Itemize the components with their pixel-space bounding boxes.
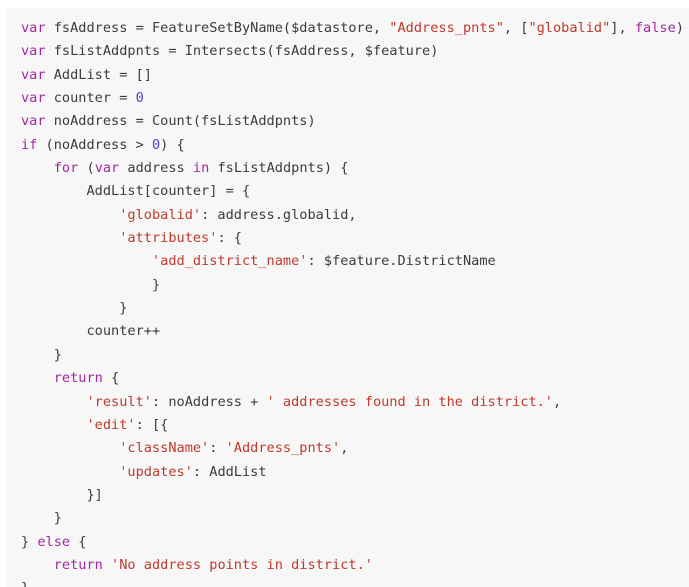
code-token-plain: : AddList	[192, 463, 267, 480]
code-token-plain: ,	[340, 440, 349, 457]
code-token-kw: var	[21, 113, 46, 130]
code-token-plain: }]	[21, 486, 103, 503]
code-token-plain: {	[102, 370, 120, 387]
code-block[interactable]: var fsAddress = FeatureSetByName($datast…	[7, 8, 689, 587]
code-token-plain: noAddress = Count(fsListAddpnts)	[45, 113, 316, 130]
code-token-plain: (	[78, 160, 95, 177]
code-token-str: 'globalid'	[119, 206, 202, 223]
code-token-plain: {	[70, 533, 87, 550]
code-line: 'updates': AddList	[7, 461, 689, 484]
code-line: 'edit': [{	[7, 414, 689, 437]
code-line: return 'No address points in district.'	[7, 554, 689, 577]
code-token-str: 'No address points in district.'	[111, 556, 373, 573]
code-token-kw: var	[21, 90, 46, 107]
code-line: }	[7, 507, 689, 530]
code-token-kw: return	[53, 556, 103, 573]
code-line: for (var address in fsListAddpnts) {	[7, 157, 689, 180]
code-token-str: 'add_district_name'	[151, 253, 308, 270]
code-line: 'attributes': {	[7, 227, 689, 250]
code-line: }]	[7, 484, 689, 507]
code-token-plain: : address.globalid,	[201, 206, 357, 223]
code-token-kw: var	[21, 66, 46, 83]
code-token-plain: )	[675, 20, 684, 36]
code-token-plain: counter++	[21, 323, 161, 340]
code-token-plain: }	[21, 300, 128, 317]
code-token-plain: : noAddress +	[151, 393, 267, 410]
code-token-plain: AddList[counter] = {	[21, 183, 251, 200]
code-token-str: "Address_pnts"	[389, 20, 504, 36]
code-line: 'add_district_name': $feature.DistrictNa…	[7, 250, 689, 273]
code-line: }	[7, 274, 689, 297]
code-token-plain: : {	[217, 230, 242, 247]
code-token-plain: ,	[553, 393, 562, 410]
code-lines-container: var fsAddress = FeatureSetByName($datast…	[7, 17, 689, 587]
code-line: counter++	[7, 320, 689, 343]
code-token-num: 0	[135, 90, 144, 107]
code-token-plain: }	[21, 580, 29, 587]
code-token-kw: if	[21, 136, 38, 153]
code-token-kw: for	[53, 160, 79, 177]
code-token-num: 0	[151, 136, 161, 153]
code-token-plain: fsListAddpnts) {	[209, 160, 349, 177]
code-token-kw: else	[37, 533, 71, 550]
code-line: if (noAddress > 0) {	[7, 134, 689, 157]
code-line: 'className': 'Address_pnts',	[7, 437, 689, 460]
code-token-plain: }	[21, 533, 38, 550]
code-line: var AddList = []	[7, 64, 689, 87]
code-token-plain: ],	[610, 20, 635, 36]
code-line: }	[7, 577, 689, 587]
code-token-plain: }	[21, 346, 62, 363]
code-token-plain: AddList = []	[45, 66, 152, 83]
code-token-plain: fsAddress = FeatureSetByName($datastore,	[45, 20, 390, 36]
code-token-plain: (noAddress >	[37, 136, 152, 153]
code-token-str: 'result'	[86, 393, 152, 410]
code-token-plain: counter =	[45, 90, 136, 107]
code-token-plain: , [	[503, 20, 529, 36]
code-token-kw: var	[94, 160, 120, 177]
code-line: }	[7, 297, 689, 320]
code-line: var fsListAddpnts = Intersects(fsAddress…	[7, 40, 689, 63]
code-token-plain: ) {	[160, 136, 185, 153]
code-token-str: 'attributes'	[119, 230, 218, 247]
code-line: 'globalid': address.globalid,	[7, 204, 689, 227]
code-token-plain: : [{	[135, 416, 169, 433]
code-token-str: "globalid"	[528, 20, 611, 36]
code-token-kw: return	[53, 370, 103, 387]
code-token-plain: fsListAddpnts = Intersects(fsAddress, $f…	[45, 43, 439, 60]
code-token-kw: var	[21, 20, 46, 36]
code-line: var noAddress = Count(fsListAddpnts)	[7, 110, 689, 133]
code-line: AddList[counter] = {	[7, 180, 689, 203]
code-token-str: 'updates'	[119, 463, 193, 480]
code-token-kw: false	[634, 20, 676, 36]
code-token-plain: :	[209, 440, 226, 457]
code-token-plain: }	[21, 510, 62, 527]
code-line: } else {	[7, 531, 689, 554]
code-line: return {	[7, 367, 689, 390]
code-line: var fsAddress = FeatureSetByName($datast…	[7, 17, 689, 40]
code-token-str: 'Address_pnts'	[225, 440, 341, 457]
code-token-plain: address	[119, 160, 193, 177]
code-token-kw: var	[21, 43, 46, 60]
code-line: }	[7, 344, 689, 367]
code-token-str: 'edit'	[86, 416, 136, 433]
code-token-str: 'className'	[119, 440, 210, 457]
code-token-kw: in	[192, 160, 210, 177]
code-token-plain: }	[21, 276, 161, 293]
code-token-plain: : $feature.DistrictName	[307, 253, 496, 270]
code-token-str: ' addresses found in the district.'	[266, 393, 553, 410]
code-line: var counter = 0	[7, 87, 689, 110]
code-line: 'result': noAddress + ' addresses found …	[7, 391, 689, 414]
